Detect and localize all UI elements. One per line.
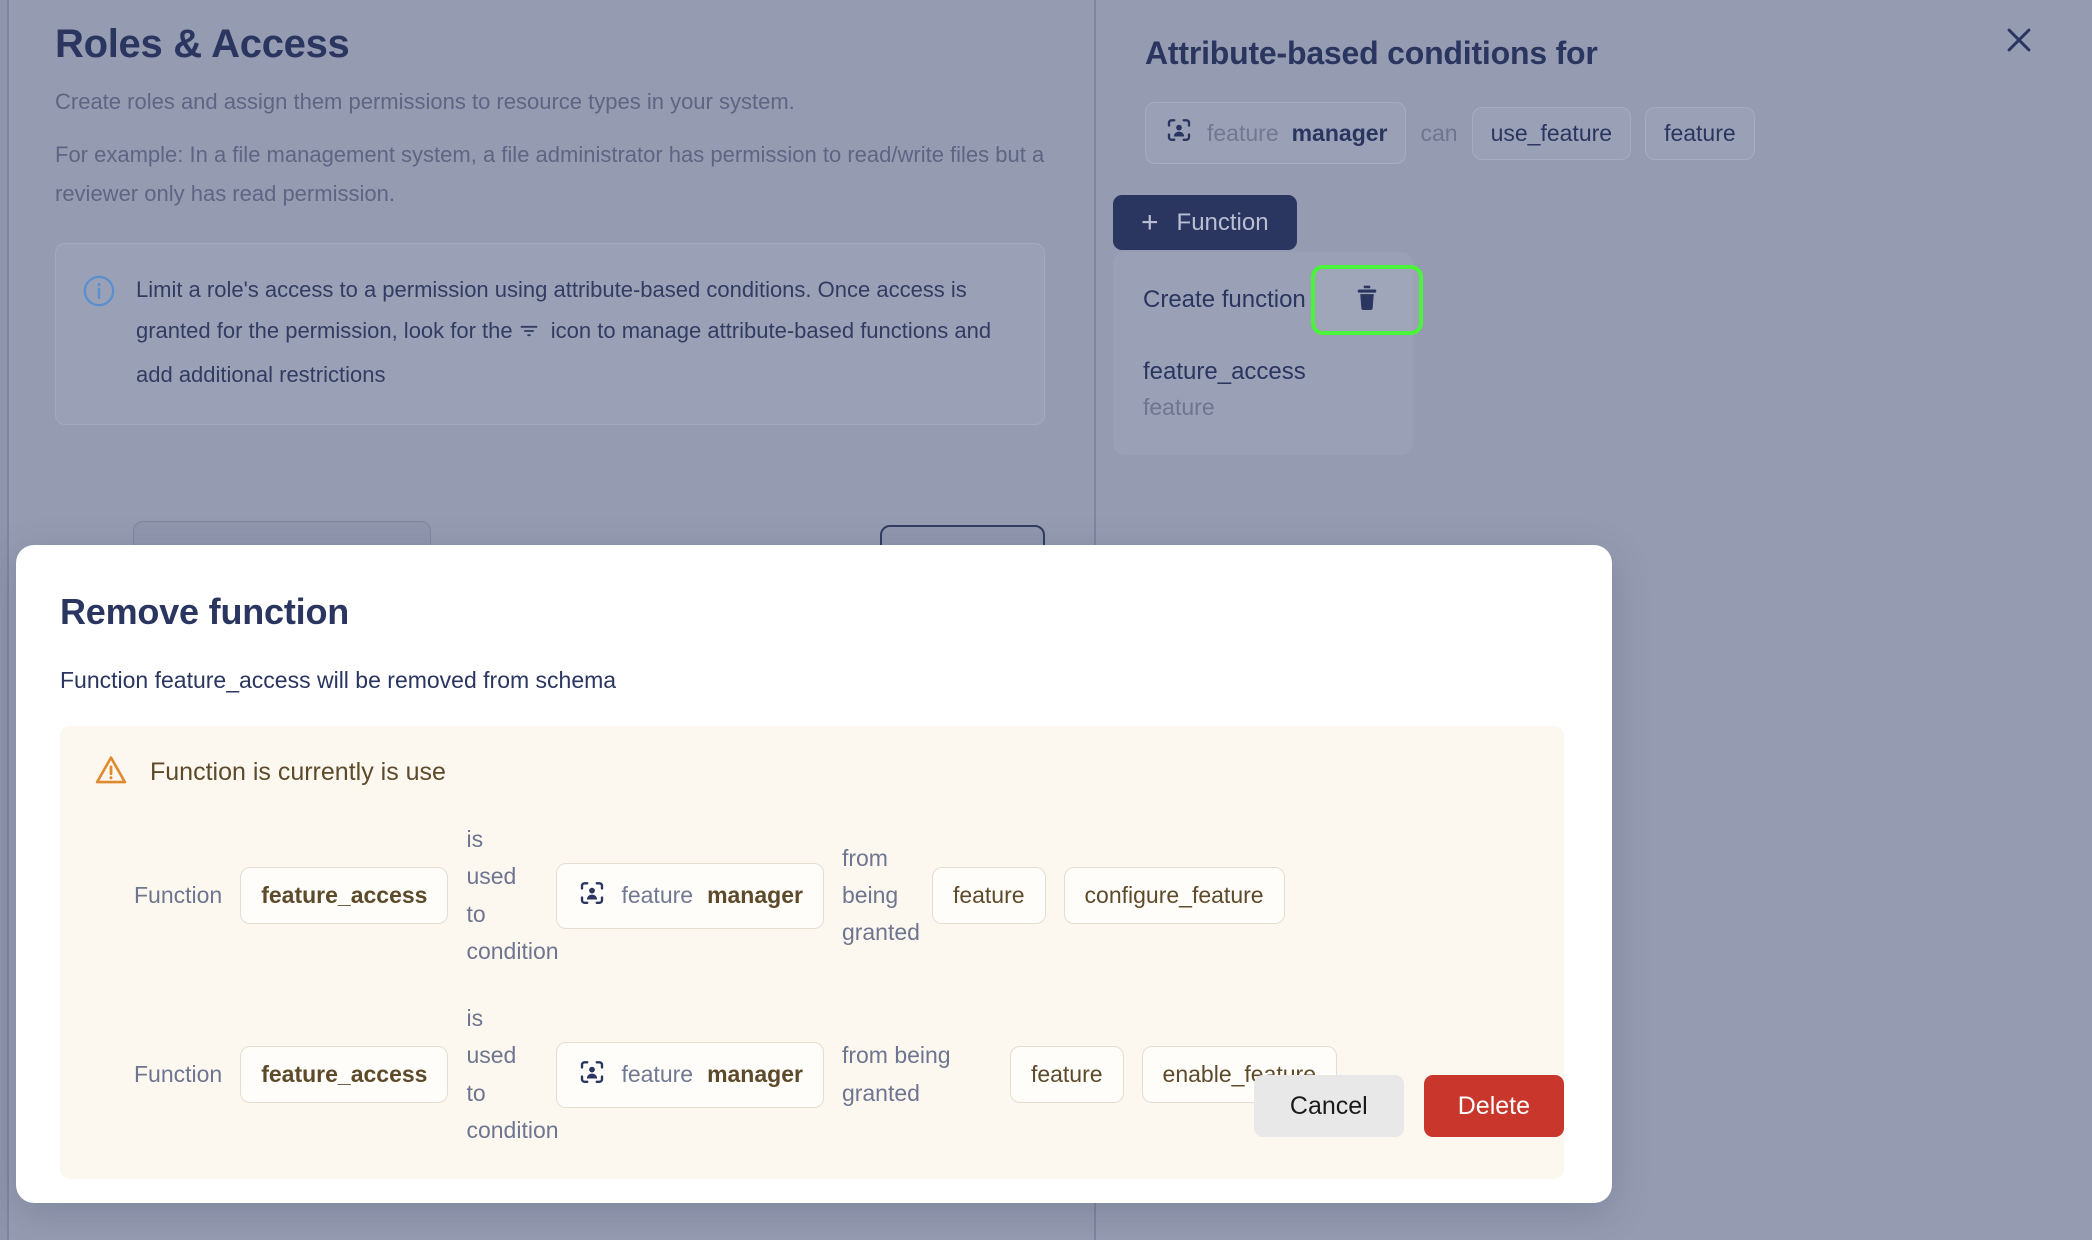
usage-action-chip[interactable]: configure_feature [1063,867,1285,924]
usage-subject-role: manager [707,882,803,908]
action-chip[interactable]: use_feature [1471,106,1632,160]
remove-function-modal: Remove function Function feature_access … [16,545,1612,1203]
menu-item-function-resource: feature [1143,394,1215,420]
plus-icon: + [1141,205,1159,239]
roles-access-panel: Roles & Access Create roles and assign t… [55,18,1055,425]
usage-resource-label: feature [1030,1061,1103,1087]
warning-header: Function is currently is use [94,754,1530,791]
usage-function-label: feature_access [261,882,428,908]
usage-subject-resource: feature [621,882,694,908]
usage-function-chip[interactable]: feature_access [240,867,449,924]
usage-row: Function feature_access is used to condi… [94,821,1530,970]
filter-icon [516,314,542,355]
usage-function-label: feature_access [261,1061,428,1087]
usage-resource-chip[interactable]: feature [931,867,1046,924]
warning-text: Function is currently is use [150,758,446,786]
close-icon[interactable] [1997,18,2041,62]
panel-title: Attribute-based conditions for [1145,35,1598,71]
modal-subtitle: Function feature_access will be removed … [60,667,617,693]
usage-function-chip[interactable]: feature_access [240,1046,449,1103]
menu-item-feature-access[interactable]: feature_access feature [1113,350,1413,429]
modal-footer: Cancel Delete [1253,1075,1564,1137]
usage-connector-1: is used to condition [466,826,559,964]
subject-chip[interactable]: feature manager [1145,102,1407,165]
page-title: Roles & Access [55,22,350,66]
user-scan-icon [577,878,607,914]
modal-title: Remove function [60,591,350,632]
usage-resource-chip[interactable]: feature [1009,1046,1124,1103]
left-rail [0,0,9,1240]
add-function-button[interactable]: + Function [1113,195,1297,250]
usage-label: Function [134,1061,223,1087]
info-callout: Limit a role's access to a permission us… [55,243,1045,425]
cancel-button[interactable]: Cancel [1253,1075,1404,1137]
user-scan-icon [1164,115,1194,151]
subject-role-label: manager [1291,119,1388,146]
usage-connector-2: from being granted [841,844,920,946]
usage-label: Function [134,882,223,908]
page-description-1: Create roles and assign them permissions… [55,89,795,114]
page-description-2: For example: In a file management system… [55,142,1045,207]
delete-button[interactable]: Delete [1423,1075,1564,1137]
usage-subject-role: manager [707,1061,803,1087]
info-callout-text: Limit a role's access to a permission us… [136,270,1014,395]
usage-subject-resource: feature [621,1061,694,1087]
usage-subject-chip[interactable]: feature manager [556,1041,824,1108]
warning-triangle-icon [94,754,128,791]
permission-rule-row: feature manager can use_feature feature [1145,102,2075,165]
resource-chip[interactable]: feature [1645,106,1755,160]
usage-connector-1: is used to condition [466,1005,559,1143]
subject-resource-label: feature [1207,119,1279,146]
usage-resource-label: feature [952,882,1025,908]
panel-header: Attribute-based conditions for [1145,18,2075,72]
trash-icon [1352,281,1382,320]
user-scan-icon [577,1057,607,1093]
menu-item-create-function-label: Create function [1143,286,1306,313]
usage-connector-2: from being granted [841,1042,951,1106]
delete-function-button[interactable] [1311,265,1423,335]
rule-connector-can: can [1420,119,1458,146]
usage-subject-chip[interactable]: feature manager [556,862,824,929]
info-icon [82,274,116,395]
attribute-conditions-panel: Attribute-based conditions for feature m… [1145,18,2075,165]
menu-item-function-name: feature_access [1143,358,1306,385]
action-label: use_feature [1490,119,1613,146]
usage-action-label: configure_feature [1084,882,1264,908]
add-function-button-label: Function [1176,208,1269,236]
resource-label: feature [1664,119,1736,146]
